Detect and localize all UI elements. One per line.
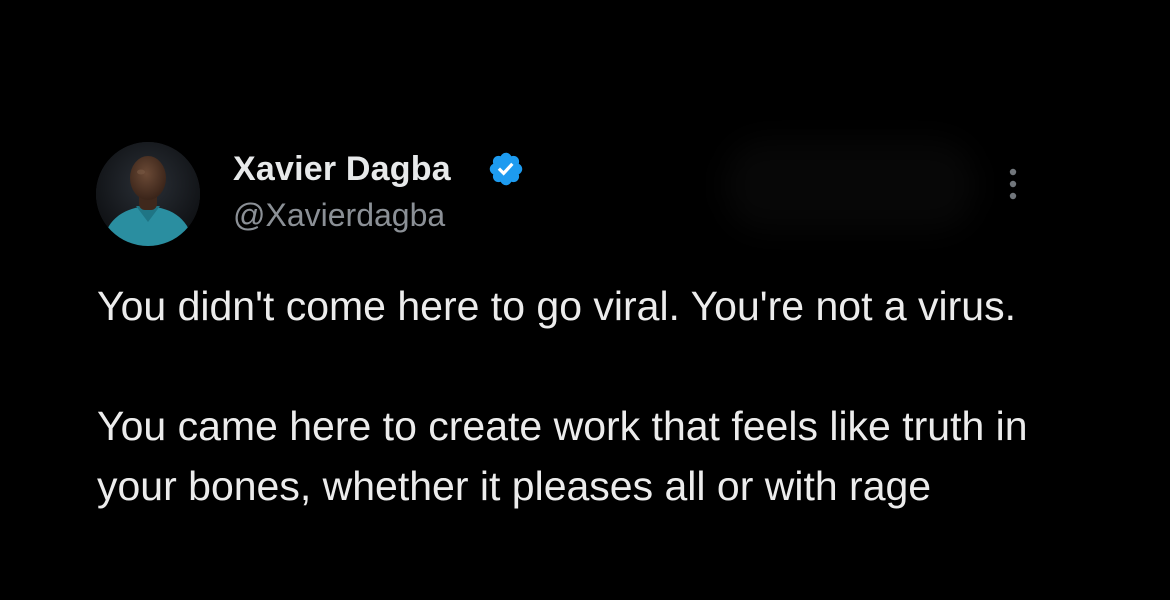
verified-badge-icon [489, 152, 523, 186]
tweet-paragraph: You didn't come here to go viral. You're… [97, 283, 1016, 329]
screen-glare [725, 140, 975, 230]
tweet-card: Xavier Dagba @Xavierdagba You didn't com… [0, 0, 1170, 600]
author-handle[interactable]: @Xavierdagba [233, 197, 445, 234]
author-avatar[interactable] [96, 142, 200, 246]
tweet-text: You didn't come here to go viral. You're… [97, 276, 1057, 516]
author-name[interactable]: Xavier Dagba [233, 150, 451, 189]
avatar-image [96, 142, 200, 246]
more-vertical-icon[interactable] [1000, 164, 1026, 204]
tweet-paragraph: You came here to create work that feels … [97, 403, 1028, 509]
